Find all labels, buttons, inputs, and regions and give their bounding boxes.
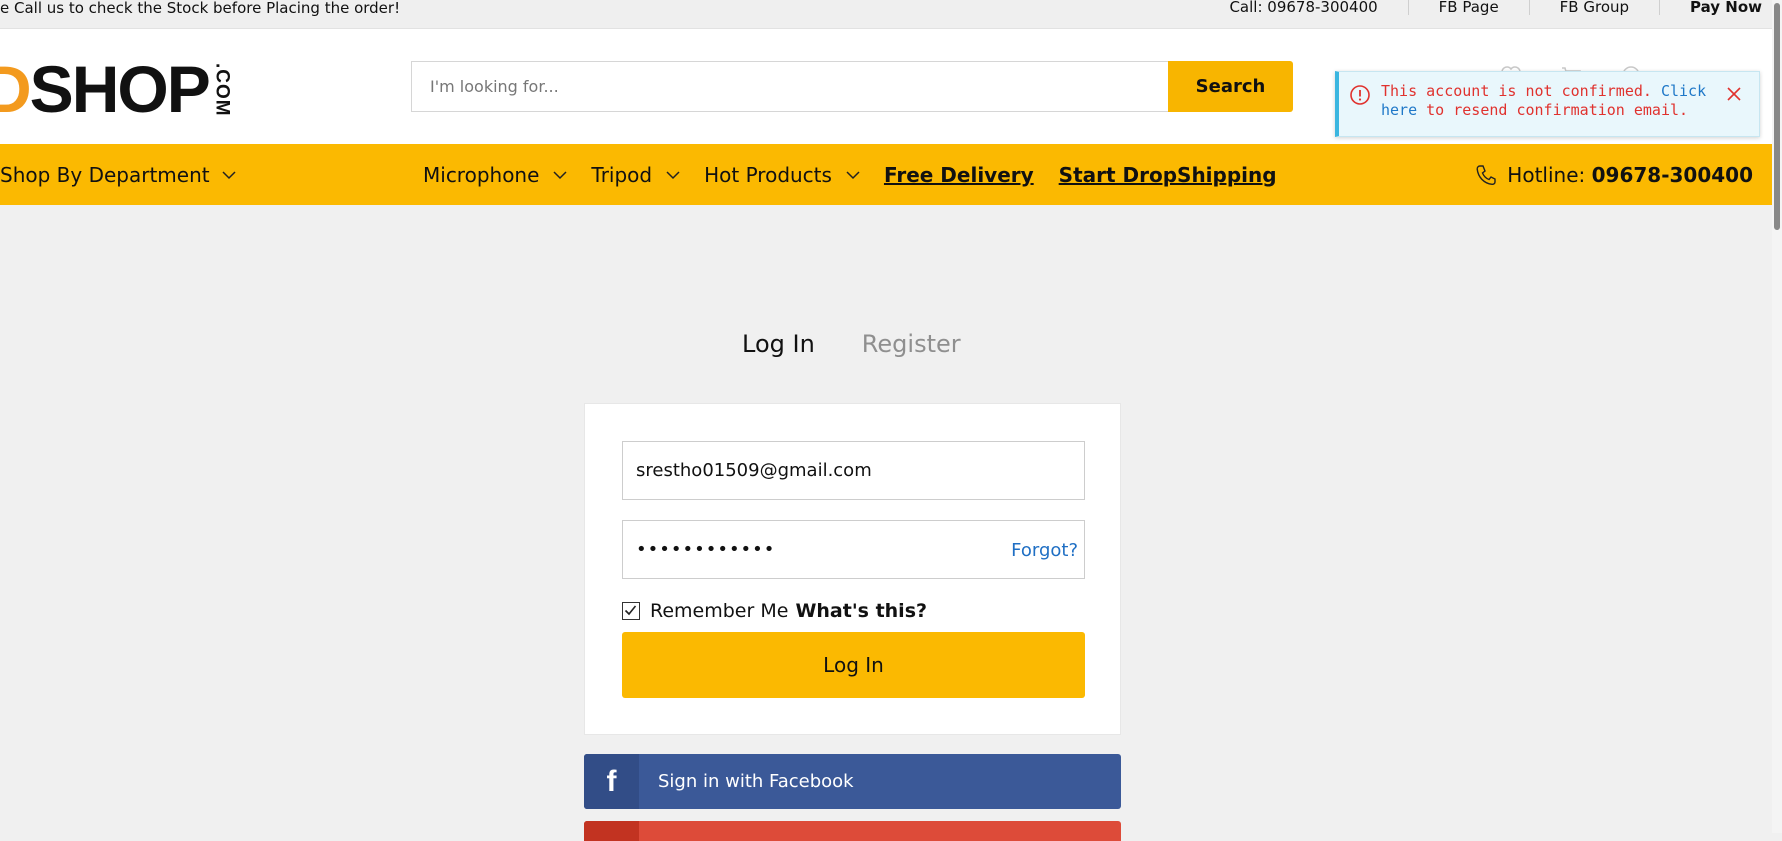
auth-tabs: Log In Register [742,330,961,358]
nav-item-label: Microphone [423,163,540,187]
account-not-confirmed-alert: This account is not confirmed. Click her… [1335,71,1760,137]
logo-prefix: D [0,52,32,126]
password-value: •••••••••••• [636,539,776,560]
alert-text: This account is not confirmed. [1381,82,1661,100]
remember-me: Remember Me What's this? [622,600,927,622]
hotline-label: Hotline: 09678-300400 [1507,163,1753,187]
chevron-down-icon [846,170,860,179]
nav-item-microphone[interactable]: Microphone [423,163,567,187]
facebook-signin-label: Sign in with Facebook [658,771,854,792]
tab-login[interactable]: Log In [742,330,815,358]
nav-menu: Microphone Tripod Hot Products Free Deli… [423,163,1302,187]
chevron-down-icon [553,170,567,179]
search-input[interactable] [411,61,1168,112]
top-info-bar: e Call us to check the Stock before Plac… [0,0,1772,29]
forgot-password-link[interactable]: Forgot? [1011,540,1078,561]
logo-suffix: .COM [211,63,233,117]
main-navigation: Shop By Department Microphone Tripod Hot… [0,144,1772,205]
fb-page-link[interactable]: FB Page [1407,0,1529,15]
call-link[interactable]: Call: 09678-300400 [1199,0,1407,15]
chevron-down-icon [666,170,680,179]
facebook-icon: f [584,754,639,809]
stock-notice: e Call us to check the Stock before Plac… [0,0,401,17]
google-icon [584,821,639,841]
email-value: srestho01509@gmail.com [636,460,872,481]
alert-message: This account is not confirmed. Click her… [1381,82,1716,120]
login-form-card: srestho01509@gmail.com •••••••••••• Forg… [584,403,1121,735]
close-icon[interactable] [1725,85,1743,103]
tab-register[interactable]: Register [862,330,961,358]
start-dropshipping-link[interactable]: Start DropShipping [1059,163,1277,187]
nav-item-tripod[interactable]: Tripod [591,163,680,187]
google-signin-button[interactable] [584,821,1121,841]
free-delivery-link[interactable]: Free Delivery [884,163,1034,187]
login-button[interactable]: Log In [622,632,1085,698]
chevron-down-icon [222,170,236,179]
warning-icon [1350,85,1370,105]
page-scrollbar[interactable] [1772,0,1782,833]
phone-icon [1476,165,1496,186]
top-links: Call: 09678-300400 FB Page FB Group Pay … [1199,0,1762,15]
shop-by-department-menu[interactable]: Shop By Department [0,163,236,187]
department-label: Shop By Department [0,163,210,187]
hotline-text: Hotline: [1507,163,1592,187]
search-bar: Search [411,61,1293,112]
remember-me-checkbox[interactable] [622,602,640,620]
alert-text-end: to resend confirmation email. [1417,101,1689,119]
search-button[interactable]: Search [1168,61,1293,112]
nav-item-hot-products[interactable]: Hot Products [704,163,860,187]
fb-group-link[interactable]: FB Group [1528,0,1659,15]
site-logo[interactable]: D SHOP .COM [0,56,233,122]
hotline[interactable]: Hotline: 09678-300400 [1475,163,1753,187]
hotline-number: 09678-300400 [1591,163,1753,187]
email-field[interactable]: srestho01509@gmail.com [622,441,1085,500]
scrollbar-thumb[interactable] [1774,3,1780,230]
remember-me-label: Remember Me [650,600,789,622]
logo-main: SHOP [29,52,211,126]
password-field[interactable]: •••••••••••• Forgot? [622,520,1085,579]
facebook-signin-button[interactable]: f Sign in with Facebook [584,754,1121,809]
whats-this-link[interactable]: What's this? [795,600,927,622]
nav-item-label: Tripod [591,163,653,187]
checkmark-icon [624,605,637,616]
pay-now-link[interactable]: Pay Now [1659,0,1762,15]
nav-item-label: Hot Products [704,163,832,187]
